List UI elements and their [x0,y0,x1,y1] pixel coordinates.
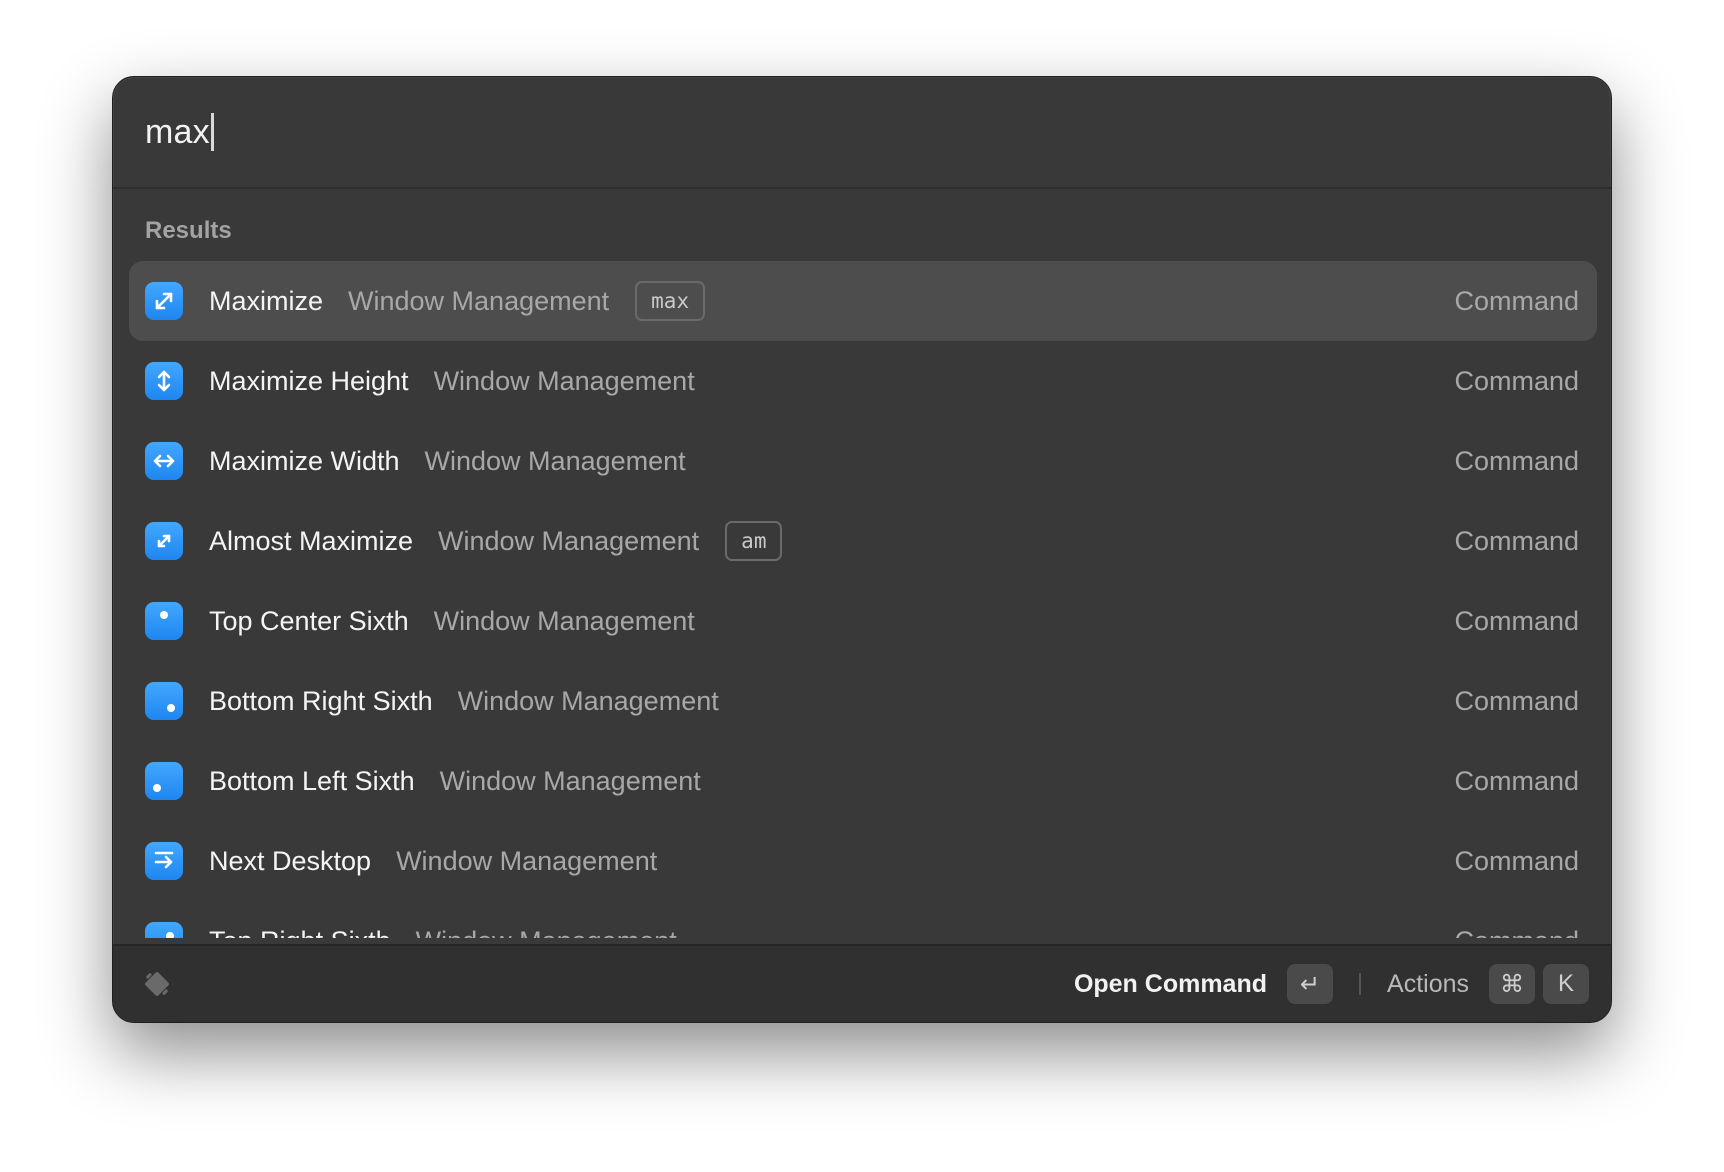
results-section-label: Results [145,217,232,244]
result-title: Top Center Sixth [209,605,409,636]
result-subtitle: Window Management [439,765,701,796]
open-command-button[interactable]: Open Command [1074,970,1267,999]
result-title: Bottom Left Sixth [209,765,415,796]
actions-button[interactable]: Actions [1387,970,1469,999]
bottom-left-sixth-icon [145,762,183,800]
result-type: Command [1454,365,1579,396]
maximize-height-icon [145,362,183,400]
result-subtitle: Window Management [396,845,658,876]
footer-divider [1359,973,1362,995]
result-subtitle: Window Management [433,365,695,396]
search-input[interactable]: max [145,113,210,152]
results-list: Maximize Window Management max Command Maxim… [129,261,1597,938]
result-type: Command [1454,605,1579,636]
result-subtitle: Window Management [433,605,695,636]
result-type: Command [1454,926,1579,939]
search-bar[interactable]: max [113,77,1611,189]
result-row[interactable]: Bottom Right Sixth Window Management Comma… [129,661,1597,741]
text-caret [210,113,214,151]
result-row[interactable]: Next Desktop Window Management Command [129,821,1597,901]
result-type: Command [1454,685,1579,716]
result-type: Command [1454,845,1579,876]
result-subtitle: Window Management [348,285,610,316]
result-title: Almost Maximize [209,525,414,556]
result-row[interactable]: Almost Maximize Window Management am Comman… [129,501,1597,581]
result-type: Command [1454,525,1579,556]
next-desktop-icon [145,842,183,880]
almost-maximize-icon [145,522,183,560]
result-row[interactable]: Maximize Window Management max Command [129,261,1597,341]
result-subtitle: Window Management [424,445,686,476]
result-row[interactable]: Top Right Sixth Window Management Command [129,901,1597,938]
result-row[interactable]: Top Center Sixth Window Management Command [129,581,1597,661]
maximize-width-icon [145,442,183,480]
result-row[interactable]: Maximize Width Window Management Command [129,421,1597,501]
alias-badge: am [725,521,783,561]
result-type: Command [1454,445,1579,476]
bottom-right-sixth-icon [145,682,183,720]
result-title: Bottom Right Sixth [209,685,433,716]
result-title: Maximize Width [209,445,400,476]
raycast-logo-icon [145,972,169,996]
result-subtitle: Window Management [457,685,719,716]
k-key-icon: K [1543,964,1589,1004]
footer-bar: Open Command ↵ Actions ⌘ K [113,944,1611,1022]
result-subtitle: Window Management [438,525,700,556]
result-title: Maximize Height [209,365,409,396]
result-subtitle: Window Management [416,926,677,939]
result-title: Top Right Sixth [209,926,391,939]
result-row[interactable]: Bottom Left Sixth Window Management Comman… [129,741,1597,821]
footer-actions: Open Command ↵ Actions ⌘ K [1074,964,1589,1004]
command-key-icon: ⌘ [1489,964,1535,1004]
result-type: Command [1454,765,1579,796]
top-right-sixth-icon [145,922,183,938]
enter-key-icon: ↵ [1287,964,1334,1004]
maximize-icon [145,282,183,320]
result-row[interactable]: Maximize Height Window Management Command [129,341,1597,421]
command-palette-window: max Results Maximize Window Management max… [112,76,1612,1023]
alias-badge: max [635,281,706,321]
result-title: Maximize [209,285,324,316]
top-center-sixth-icon [145,602,183,640]
result-type: Command [1454,285,1579,316]
result-title: Next Desktop [209,845,372,876]
